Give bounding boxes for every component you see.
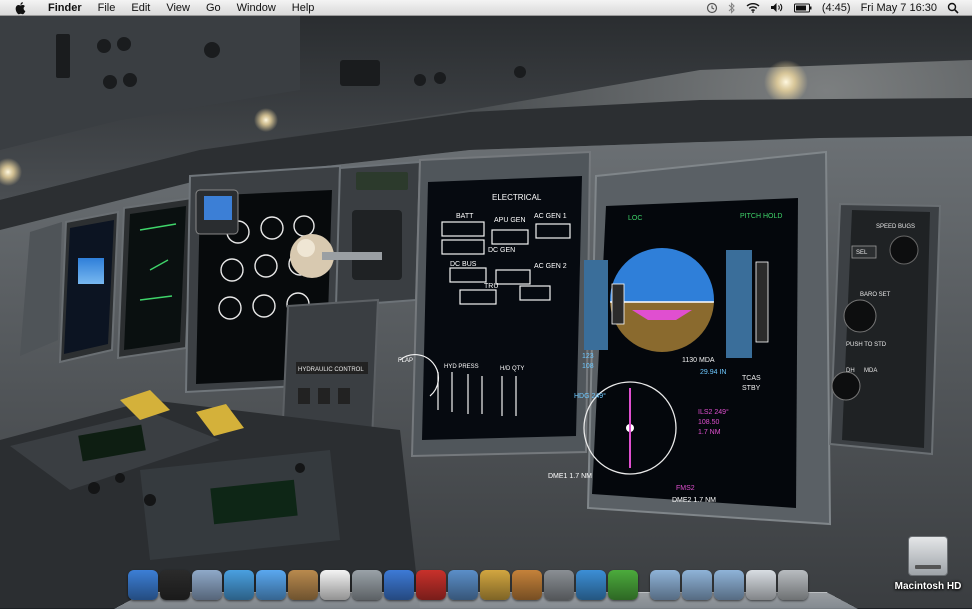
pfd-speed-2: 108 [582, 363, 594, 370]
hydraulic-control-label: HYDRAULIC CONTROL [298, 367, 364, 373]
apple-menu-icon[interactable] [14, 1, 28, 15]
menu-file[interactable]: File [90, 0, 124, 16]
menu-bar: Finder File Edit View Go Window Help (4:… [0, 0, 972, 16]
eicas-dc-bus-label: DC BUS [450, 261, 477, 268]
menu-window[interactable]: Window [229, 0, 284, 16]
menu-view[interactable]: View [158, 0, 198, 16]
ical-icon[interactable] [320, 570, 350, 600]
iweb-extra-icon[interactable] [608, 570, 638, 600]
macintosh-hd-icon[interactable]: Macintosh HD [886, 536, 970, 592]
dashboard-icon[interactable] [160, 570, 190, 600]
documents-folder-icon[interactable] [682, 570, 712, 600]
pfd-dme2: DME2 1.7 NM [672, 497, 716, 504]
iphoto-icon[interactable] [448, 570, 478, 600]
wifi-icon[interactable] [741, 2, 765, 13]
eicas-ac-gen1-label: AC GEN 1 [534, 213, 567, 220]
imovie-icon[interactable] [480, 570, 510, 600]
eicas-dc-gen-label: DC GEN [488, 247, 515, 254]
pfd-tcas: TCAS [742, 375, 761, 382]
pfd-fms: FMS2 [676, 485, 695, 492]
status-area: (4:45) Fri May 7 16:30 [701, 0, 972, 16]
svg-text:ELECTRICAL: ELECTRICAL [492, 193, 542, 202]
system-preferences-icon[interactable] [544, 570, 574, 600]
preview-icon[interactable] [352, 570, 382, 600]
clock[interactable]: Fri May 7 16:30 [856, 0, 942, 16]
pfd-mda: 1130 MDA [682, 357, 715, 364]
side-mda-label: MDA [864, 368, 877, 374]
photo-booth-icon[interactable] [416, 570, 446, 600]
trash-icon[interactable] [778, 570, 808, 600]
iweb-icon[interactable] [576, 570, 606, 600]
hard-drive-icon [908, 536, 948, 576]
eicas-tru-label: TRU [484, 283, 498, 290]
eicas-hyd-press-label: HYD PRESS [444, 364, 479, 370]
side-speed-bugs-label: SPEED BUGS [876, 224, 915, 230]
pfd-baro: 29.94 IN [700, 369, 726, 376]
pfd-ils: ILS2 249° [698, 408, 729, 416]
desktop-wallpaper: ELECTRICAL BATT APU GEN AC GEN 1 DC GEN … [0, 0, 972, 608]
pfd-pitch-hold-label: PITCH HOLD [740, 213, 782, 220]
menu-finder[interactable]: Finder [40, 0, 90, 16]
ichat-icon[interactable] [256, 570, 286, 600]
eicas-hyd-qty-label: H/D QTY [500, 366, 524, 372]
menu-go[interactable]: Go [198, 0, 229, 16]
menu-edit[interactable]: Edit [123, 0, 158, 16]
eicas-ac-gen2-label: AC GEN 2 [534, 263, 567, 270]
eicas-batt-label: BATT [456, 213, 474, 220]
bluetooth-icon[interactable] [723, 1, 741, 14]
battery-time[interactable]: (4:45) [817, 0, 856, 16]
dock-separator [640, 574, 648, 600]
pfd-loc-label: LOC [628, 215, 642, 222]
pfd-speed-1: 123 [582, 353, 594, 360]
menu-help[interactable]: Help [284, 0, 323, 16]
downloads-folder-icon[interactable] [714, 570, 744, 600]
safari-icon[interactable] [224, 570, 254, 600]
garageband-icon[interactable] [512, 570, 542, 600]
side-push-to-std-label: PUSH TO STD [846, 342, 887, 348]
side-sel-label: SEL [856, 250, 868, 256]
volume-icon[interactable] [765, 2, 789, 13]
side-baro-set-label: BARO SET [860, 292, 891, 298]
finder-icon[interactable] [128, 570, 158, 600]
pfd-stby: STBY [742, 385, 761, 392]
web-page-document-icon[interactable] [746, 570, 776, 600]
pfd-freq: 108.50 [698, 419, 720, 426]
pfd-hdg: HDG 249° [574, 392, 606, 400]
eicas-apu-gen-label: APU GEN [494, 217, 526, 224]
dock [128, 564, 808, 600]
time-machine-icon[interactable] [701, 2, 723, 14]
side-dh-label: DH [846, 368, 855, 374]
macintosh-hd-label: Macintosh HD [894, 581, 962, 592]
eicas-flap-label: FLAP [398, 358, 413, 364]
spotlight-icon[interactable] [942, 2, 964, 14]
battery-icon[interactable] [789, 3, 817, 13]
itunes-icon[interactable] [384, 570, 414, 600]
cockpit-photo: ELECTRICAL BATT APU GEN AC GEN 1 DC GEN … [0, 16, 972, 608]
mail-icon[interactable] [192, 570, 222, 600]
pfd-dist: 1.7 NM [698, 429, 721, 436]
applications-folder-icon[interactable] [650, 570, 680, 600]
address-book-icon[interactable] [288, 570, 318, 600]
pfd-dme1: DME1 1.7 NM [548, 473, 592, 480]
